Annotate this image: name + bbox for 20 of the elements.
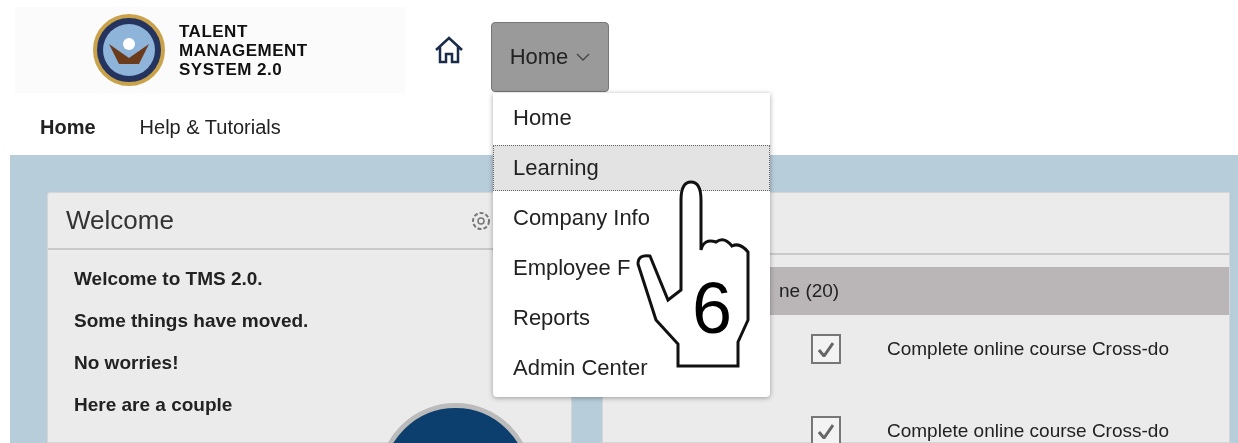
logo-text: MANAGEMENT [179,40,308,60]
group-title: ne (20) [779,280,840,302]
logo-text: TALENT [179,21,249,41]
task-text: Complete online course Cross-do [887,338,1169,360]
check-icon [818,423,834,439]
card-title: Welcome [66,205,174,236]
task-text: Complete online course Cross-do [887,420,1169,442]
home-icon[interactable] [433,34,465,66]
logo-text: SYSTEM 2.0 [179,59,284,79]
step-number: 6 [692,272,733,344]
nav-tab[interactable]: Help & Tutorials [139,116,281,139]
seal-icon [93,14,165,86]
check-icon [818,341,834,357]
checkbox[interactable] [811,334,841,364]
nav-tab[interactable]: Home [40,116,96,139]
menu-button[interactable]: Home [491,22,609,92]
checkbox[interactable] [811,416,841,443]
welcome-text: Here are a couple [74,394,234,416]
caret-icon [576,53,591,61]
menu-item[interactable]: Learning [493,145,770,191]
